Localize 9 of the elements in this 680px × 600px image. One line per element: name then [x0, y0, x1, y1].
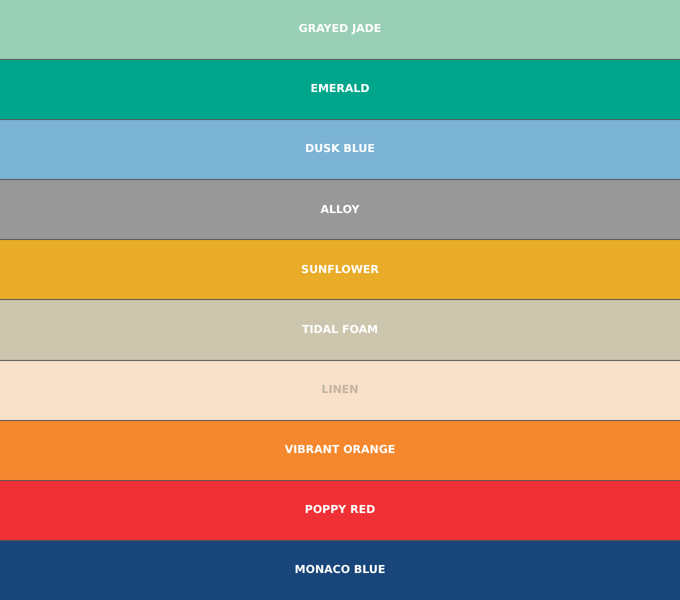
swatch-label: POPPY RED	[304, 502, 376, 518]
swatch-label: VIBRANT ORANGE	[284, 442, 396, 458]
swatch-label: MONACO BLUE	[294, 562, 386, 578]
swatch-label: TIDAL FOAM	[302, 322, 378, 338]
swatch-label: EMERALD	[310, 81, 370, 98]
swatch-label: SUNFLOWER	[301, 262, 379, 278]
swatch-label: DUSK BLUE	[305, 141, 375, 158]
swatch-label: ALLOY	[320, 202, 360, 218]
swatch-label: GRAYED JADE	[298, 21, 382, 38]
